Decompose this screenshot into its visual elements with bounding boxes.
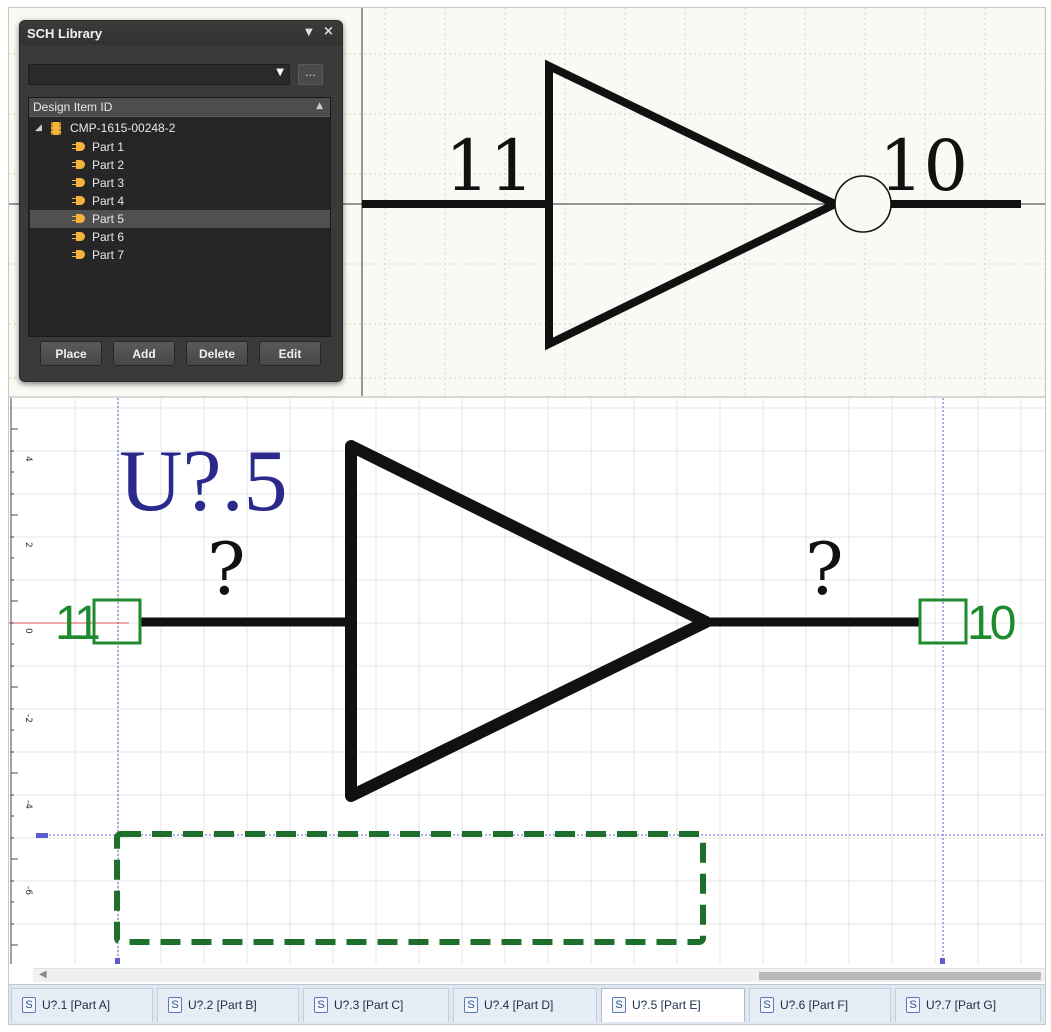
column-header[interactable]: Design Item ID ▲ [29,98,330,117]
panel-title-bar[interactable]: SCH Library ▼ × [20,21,342,45]
sort-icon[interactable]: ▲ [316,101,323,111]
part-icon [72,160,85,169]
output-pin-name: ? [805,527,844,611]
input-pin-number: 11 [55,597,99,650]
schematic-editor-canvas[interactable]: 4 2 0 -2 -4 -6 -8 11 10 ? ? U?.5 [9,398,1046,964]
sch-library-panel: SCH Library ▼ × ▼ ... Design Item ID ▲ ◢… [19,20,343,382]
design-item-list[interactable]: Design Item ID ▲ ◢ CMP-1615-00248-2 Part… [28,97,331,337]
input-pin-name: ? [207,527,246,611]
filter-more-button[interactable]: ... [298,64,323,85]
scroll-left-icon[interactable]: ◀ [39,969,47,980]
tab-label: U?.5 [Part E] [632,998,701,1012]
app-frame: 11 10 SCH Library ▼ × ▼ ... Design Item … [8,7,1046,1025]
panel-title: SCH Library [27,26,103,41]
part-icon [72,232,85,241]
part-label: Part 3 [92,176,125,190]
tree-item-part-5[interactable]: Part 5 [30,210,330,228]
output-pin-number: 10 [967,597,1015,650]
ruler-label: -4 [23,800,33,809]
delete-button[interactable]: Delete [186,341,248,366]
guide-marker [940,958,945,964]
vertical-ruler [10,398,18,964]
tree-item-part-3[interactable]: Part 3 [30,174,330,192]
tab-part-b[interactable]: S U?.2 [Part B] [157,988,299,1022]
tab-label: U?.7 [Part G] [926,998,997,1012]
schematic-tab-icon: S [168,997,182,1013]
tab-part-g[interactable]: S U?.7 [Part G] [895,988,1041,1022]
schematic-tab-icon: S [464,997,478,1013]
ruler-label: -6 [23,886,33,895]
ruler-label: 2 [23,542,33,548]
selection-box[interactable] [114,831,706,945]
editor-canvas[interactable]: 4 2 0 -2 -4 -6 -8 11 10 ? ? U?.5 [9,398,1046,964]
preview-output-pin-number: 10 [879,125,968,207]
ruler-labels: 4 2 0 -2 -4 -6 -8 [23,456,33,895]
preview-buffer-body [545,59,845,351]
filter-dropdown[interactable]: ▼ [28,64,290,85]
dropdown-arrow-icon[interactable]: ▼ [276,67,284,78]
input-pin-hotspot[interactable] [92,598,142,645]
part-icon [72,196,85,205]
part-icon [72,250,85,259]
designator-label[interactable]: U?.5 [119,433,288,530]
close-icon[interactable]: × [323,24,334,39]
column-header-label: Design Item ID [33,100,113,114]
component-preview: 11 10 SCH Library ▼ × ▼ ... Design Item … [9,8,1045,398]
part-label: Part 2 [92,158,125,172]
tab-part-f[interactable]: S U?.6 [Part F] [749,988,891,1022]
ruler-label: -2 [23,714,33,723]
tree-item-part-1[interactable]: Part 1 [30,138,330,156]
expand-icon[interactable]: ◢ [35,123,42,133]
schematic-tab-icon: S [314,997,328,1013]
part-label: Part 5 [92,212,125,226]
part-label: Part 4 [92,194,125,208]
schematic-tab-icon: S [760,997,774,1013]
edit-button[interactable]: Edit [259,341,321,366]
guide-marker [36,833,48,838]
tree-item-component[interactable]: ◢ CMP-1615-00248-2 [33,120,323,138]
tree-item-part-6[interactable]: Part 6 [30,228,330,246]
preview-input-pin-number: 11 [445,125,534,207]
buffer-body[interactable] [345,440,712,802]
schematic-tab-icon: S [612,997,626,1013]
part-icon [72,214,85,223]
tab-part-e[interactable]: S U?.5 [Part E] [601,988,745,1022]
tab-label: U?.1 [Part A] [42,998,111,1012]
part-icon [72,178,85,187]
part-label: Part 7 [92,248,125,262]
schematic-tab-icon: S [906,997,920,1013]
part-tabs-bar: S U?.1 [Part A] S U?.2 [Part B] S U?.3 [… [9,984,1045,1024]
tree-item-part-7[interactable]: Part 7 [30,246,330,264]
tab-part-a[interactable]: S U?.1 [Part A] [11,988,153,1022]
pin-icon[interactable]: ▼ [305,27,313,38]
component-icon [51,122,61,135]
part-icon [72,142,85,151]
tree-item-part-2[interactable]: Part 2 [30,156,330,174]
part-label: Part 6 [92,230,125,244]
schematic-tab-icon: S [22,997,36,1013]
guide-marker [115,958,120,964]
scrollbar-thumb[interactable] [759,972,1041,980]
add-button[interactable]: Add [113,341,175,366]
tab-part-c[interactable]: S U?.3 [Part C] [303,988,449,1022]
ruler-label: 0 [23,628,33,634]
part-label: Part 1 [92,140,125,154]
horizontal-scrollbar[interactable]: ◀ [33,968,1045,982]
tree-item-part-4[interactable]: Part 4 [30,192,330,210]
tab-label: U?.3 [Part C] [334,998,404,1012]
tab-part-d[interactable]: S U?.4 [Part D] [453,988,597,1022]
component-label: CMP-1615-00248-2 [70,121,176,135]
tab-label: U?.2 [Part B] [188,998,257,1012]
tab-label: U?.4 [Part D] [484,998,554,1012]
place-button[interactable]: Place [40,341,102,366]
ruler-label: 4 [23,456,33,462]
tab-label: U?.6 [Part F] [780,998,849,1012]
